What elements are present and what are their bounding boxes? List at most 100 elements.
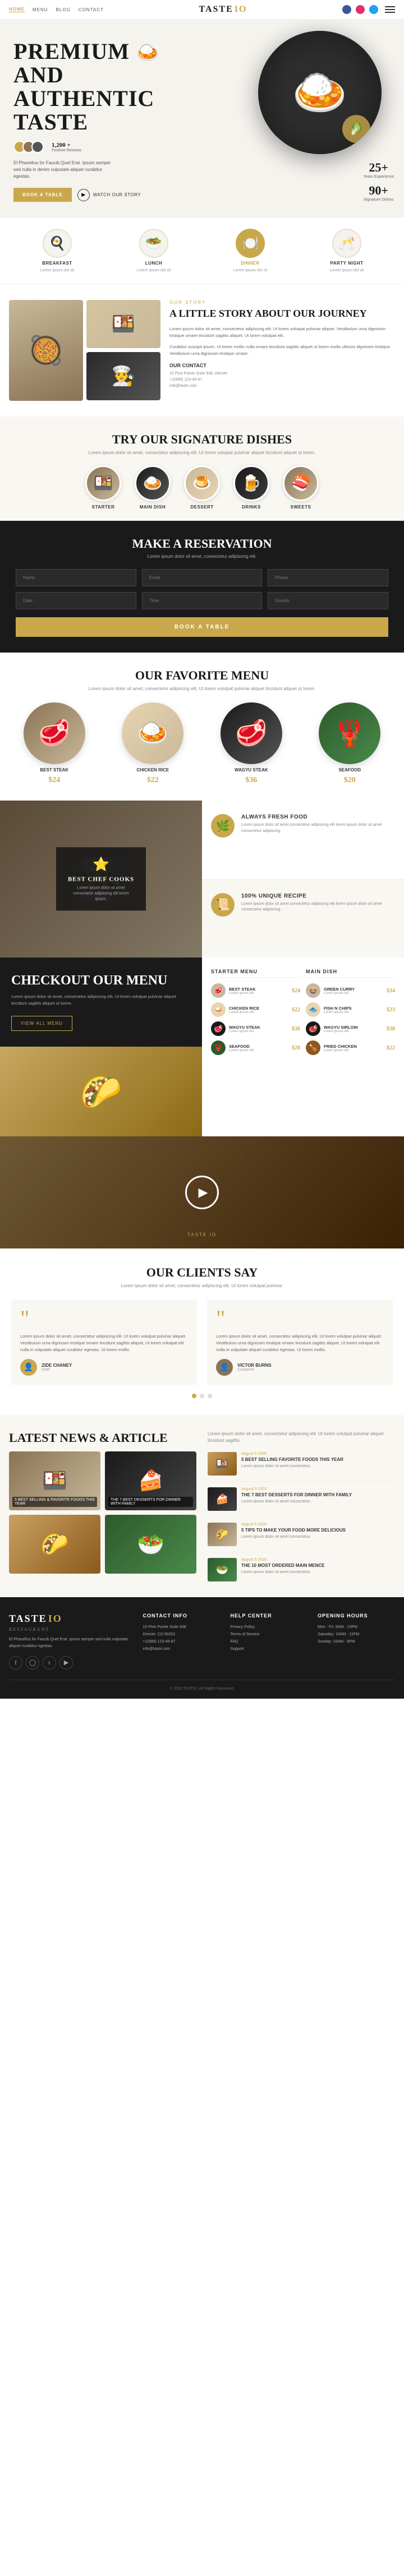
hero-section: PREMIUM 🍛 ANDAUTHENTICTASTE 1,200 + Posi… (0, 20, 404, 218)
hero-title: PREMIUM 🍛 ANDAUTHENTICTASTE (13, 40, 182, 134)
nav-contact[interactable]: CONTACT (79, 7, 104, 12)
instagram-icon[interactable] (356, 5, 365, 14)
video-section: ▶ TASTE IO (0, 1136, 404, 1248)
news-articles-list: 🍱 August 5 2020 5 BEST SELLING FAVORITE … (208, 1452, 395, 1581)
hero-desc: El Phasellus for Faucib Quet Erat. Ipsum… (13, 160, 114, 180)
meal-cat-party[interactable]: 🥂 PARTY NIGHT Lorem ipsum dol sit (330, 229, 364, 272)
news-left: LATEST NEWS & ARTICLE 🍱 5 BEST SELLING &… (9, 1431, 196, 1581)
fav-menu-title: OUR FAVORITE MENU (9, 668, 395, 683)
news-article-3[interactable]: 🥗 August 5 2020 THE 10 MOST ORDERED MAIN… (208, 1558, 395, 1581)
reservation-desc: Lorem ipsum dolor sit amet, consectetur … (16, 554, 388, 559)
footer-hours-col: OPENING HOURS Mon - Fri: 9AM - 10PM Satu… (318, 1613, 395, 1669)
hamburger-menu[interactable] (385, 6, 395, 13)
nav-home[interactable]: HOME (9, 7, 25, 12)
footer-social: f ◯ t ▶ (9, 1656, 133, 1669)
reservation-title: MAKE A RESERVATION (16, 537, 388, 551)
time-input[interactable] (142, 592, 263, 609)
news-article-0[interactable]: 🍱 August 5 2020 5 BEST SELLING FAVORITE … (208, 1452, 395, 1482)
feature-fresh-food: 🌿 ALWAYS FRESH FOOD Lorem ipsum dolor si… (202, 801, 404, 880)
hero-content: PREMIUM 🍛 ANDAUTHENTICTASTE 1,200 + Posi… (13, 40, 182, 202)
testimonial-dots (11, 1394, 393, 1398)
footer-ig-icon[interactable]: ◯ (26, 1656, 39, 1669)
play-icon[interactable]: ▶ (77, 189, 90, 201)
news-article-2[interactable]: 🌮 August 5 2020 5 TIPS TO MAKE YOUR FOOD… (208, 1523, 395, 1552)
menu-item-seafood: 🦞 SEAFOOD $20 (305, 702, 396, 785)
story-para-1: Lorem ipsum dolor sit amet, consectetur … (169, 326, 395, 339)
book-table-button[interactable]: BOOK A TABLE (13, 188, 72, 202)
twitter-icon[interactable] (369, 5, 378, 14)
starter-menu-col: STARTER MENU 🥩 BEST STEAKLorem ipsum dol… (211, 969, 300, 1060)
view-all-menu-button[interactable]: VIEW ALL MENU (11, 1016, 72, 1031)
news-image-4[interactable]: 🥗 (105, 1515, 196, 1574)
nav-menu[interactable]: MENU (33, 7, 48, 12)
guests-input[interactable] (268, 592, 388, 609)
main-item-2: 🥩 WAGYU SIRLOINLorem ipsum dol $38 (306, 1021, 395, 1036)
testimonial-1: " Lorem ipsum dolor sit amet, consectetu… (207, 1299, 393, 1385)
tab-sweets[interactable]: 🍣 SWEETS (283, 465, 319, 510)
signature-tabs: 🍱 STARTER 🍛 MAIN DISH 🍮 DESSERT 🍺 DRINKS… (9, 465, 395, 521)
news-image-3[interactable]: 🌮 (9, 1515, 100, 1574)
video-play-button[interactable]: ▶ (185, 1176, 219, 1209)
testimonial-0: " Lorem ipsum dolor sit amet, consectetu… (11, 1299, 197, 1385)
footer-yt-icon[interactable]: ▶ (59, 1656, 73, 1669)
signature-title: TRY OUR SIGNATURE DISHES (9, 432, 395, 447)
meal-categories: 🍳 BREAKFAST Lorem ipsum dol sit 🥗 LUNCH … (0, 218, 404, 284)
footer-bottom: © 2020 TASTIO. All Rights Reserved. (9, 1680, 395, 1691)
facebook-icon[interactable] (342, 5, 351, 14)
play-triangle-icon: ▶ (199, 1185, 208, 1200)
news-section: LATEST NEWS & ARTICLE 🍱 5 BEST SELLING &… (0, 1415, 404, 1597)
story-para-2: Curabitur suscipit ipsum. Ut lorem molli… (169, 344, 395, 357)
tab-main-dish[interactable]: 🍛 MAIN DISH (135, 465, 171, 510)
menu-item-steak: 🥩 BEST STEAK $24 (9, 702, 100, 785)
tab-starter[interactable]: 🍱 STARTER (85, 465, 121, 510)
story-contact: OUR CONTACT 10 Pine Pointe Suite 938, De… (169, 363, 395, 390)
footer-terms[interactable]: Terms of Service (230, 1632, 307, 1636)
footer-contact-col: CONTACT INFO 10 Pine Pointe Suite 938 De… (143, 1613, 221, 1669)
nav-logo: TASTE IO (199, 4, 247, 15)
footer-privacy[interactable]: Privacy Policy (230, 1625, 307, 1629)
hero-stats-right: 25+ Years Experience 90+ Signature Dishe… (363, 160, 394, 202)
main-item-1: 🐟 FISH N CHIPSLorem ipsum dol $23 (306, 1002, 395, 1017)
tab-drinks[interactable]: 🍺 DRINKS (233, 465, 269, 510)
footer-support[interactable]: Support (230, 1647, 307, 1651)
news-image-1[interactable]: 🍱 5 BEST SELLING & FAVORITE FOODS THIS Y… (9, 1451, 100, 1510)
meal-cat-dinner[interactable]: 🍽️ DINNER Lorem ipsum dol sit (233, 229, 268, 272)
meal-cat-breakfast[interactable]: 🍳 BREAKFAST Lorem ipsum dol sit (40, 229, 75, 272)
story-section: 🥘 🍱 👨‍🍳 OUR STORY A LITTLE STORY ABOUT O… (0, 284, 404, 417)
news-desc: Lorem ipsum dolor sit amet, consectetur … (208, 1431, 395, 1444)
checkout-title: CHECKOUT OUR MENU (11, 973, 191, 988)
hero-review-stat: 1,200 + Positive Reviews (52, 142, 81, 152)
chef-features: 🌿 ALWAYS FRESH FOOD Lorem ipsum dolor si… (202, 801, 404, 958)
book-table-submit-button[interactable]: BOOK A TABLE (16, 617, 388, 637)
checkout-section: CHECKOUT OUR MENU Lorem ipsum dolor sit … (0, 958, 404, 1136)
footer-faq[interactable]: FAQ (230, 1640, 307, 1644)
story-images: 🥘 🍱 👨‍🍳 (9, 300, 160, 401)
story-image-3: 👨‍🍳 (86, 352, 160, 400)
chef-badge: ⭐ BEST CHEF COOKS Lorem ipsum dolor sit … (56, 847, 146, 910)
nav-blog[interactable]: BLOG (56, 7, 71, 12)
chef-section: 👨‍🍳 ⭐ BEST CHEF COOKS Lorem ipsum dolor … (0, 801, 404, 958)
footer-fb-icon[interactable]: f (9, 1656, 22, 1669)
footer-brand: TASTE IO RESTAURANT El Phasellus for Fau… (9, 1613, 133, 1669)
checkout-desc: Lorem ipsum dolor sit amet, consectetur … (11, 993, 191, 1007)
news-article-1[interactable]: 🍰 August 5 2020 THE 7 BEST DESSERTS FOR … (208, 1487, 395, 1517)
tab-dessert[interactable]: 🍮 DESSERT (184, 465, 220, 510)
news-images-grid: 🍱 5 BEST SELLING & FAVORITE FOODS THIS Y… (9, 1451, 196, 1574)
name-input[interactable] (16, 569, 136, 586)
phone-input[interactable] (268, 569, 388, 586)
starter-item-3: 🦞 SEAFOODLorem ipsum dol $20 (211, 1040, 300, 1055)
signature-section: TRY OUR SIGNATURE DISHES Lorem ipsum dol… (0, 417, 404, 521)
reservation-form-row1 (16, 569, 388, 586)
story-title: A LITTLE STORY ABOUT OUR JOURNEY (169, 308, 395, 320)
footer-tw-icon[interactable]: t (43, 1656, 56, 1669)
date-input[interactable] (16, 592, 136, 609)
reservation-section: MAKE A RESERVATION Lorem ipsum dolor sit… (0, 521, 404, 653)
starter-item-1: 🍛 CHICKEN RICELorem ipsum dol $22 (211, 1002, 300, 1017)
footer-help-col: HELP CENTER Privacy Policy Terms of Serv… (230, 1613, 307, 1669)
news-title: LATEST NEWS & ARTICLE (9, 1431, 196, 1445)
hero-plate: 🍛 🥬 (258, 31, 382, 154)
meal-cat-lunch[interactable]: 🥗 LUNCH Lorem ipsum dol sit (137, 229, 171, 272)
email-input[interactable] (142, 569, 263, 586)
news-image-2[interactable]: 🍰 THE 7 BEST DESSERTS FOR DINNER WITH FA… (105, 1451, 196, 1510)
watch-story-button[interactable]: ▶ WATCH OUR STORY (77, 189, 141, 201)
